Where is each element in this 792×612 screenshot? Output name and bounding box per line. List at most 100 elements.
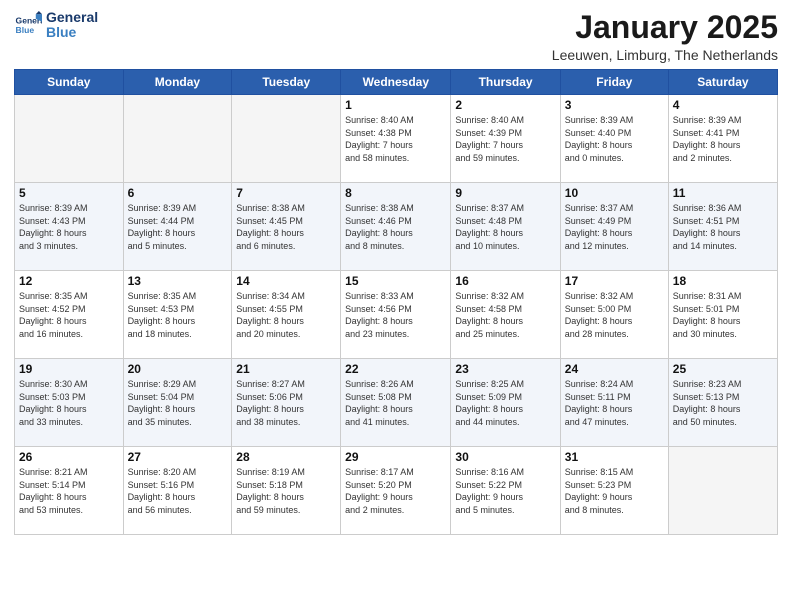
day-number: 8 (345, 186, 446, 200)
calendar-cell: 11Sunrise: 8:36 AM Sunset: 4:51 PM Dayli… (668, 183, 777, 271)
day-info: Sunrise: 8:39 AM Sunset: 4:43 PM Dayligh… (19, 202, 119, 252)
day-number: 5 (19, 186, 119, 200)
day-header-thursday: Thursday (451, 70, 560, 95)
day-header-saturday: Saturday (668, 70, 777, 95)
day-info: Sunrise: 8:39 AM Sunset: 4:44 PM Dayligh… (128, 202, 228, 252)
day-info: Sunrise: 8:39 AM Sunset: 4:41 PM Dayligh… (673, 114, 773, 164)
day-number: 2 (455, 98, 555, 112)
day-number: 12 (19, 274, 119, 288)
day-number: 29 (345, 450, 446, 464)
day-info: Sunrise: 8:32 AM Sunset: 4:58 PM Dayligh… (455, 290, 555, 340)
day-number: 6 (128, 186, 228, 200)
day-info: Sunrise: 8:32 AM Sunset: 5:00 PM Dayligh… (565, 290, 664, 340)
day-info: Sunrise: 8:39 AM Sunset: 4:40 PM Dayligh… (565, 114, 664, 164)
day-number: 17 (565, 274, 664, 288)
calendar-cell: 18 Sunrise: 8:31 AM Sunset: 5:01 PM Dayli… (668, 271, 777, 359)
day-info: Sunrise: 8:15 AM Sunset: 5:23 PM Dayligh… (565, 466, 664, 516)
calendar-cell (232, 95, 341, 183)
day-info: Sunrise: 8:30 AM Sunset: 5:03 PM Dayligh… (19, 378, 119, 428)
calendar-cell: 29 Sunrise: 8:17 AM Sunset: 5:20 PM Dayli… (341, 447, 451, 535)
day-number: 15 (345, 274, 446, 288)
day-number: 4 (673, 98, 773, 112)
day-number: 21 (236, 362, 336, 376)
day-number: 18 (673, 274, 773, 288)
day-info: Sunrise: 8:35 AM Sunset: 4:53 PM Dayligh… (128, 290, 228, 340)
day-number: 11 (673, 186, 773, 200)
day-info: Sunrise: 8:35 AM Sunset: 4:52 PM Dayligh… (19, 290, 119, 340)
month-title: January 2025 (552, 10, 778, 45)
calendar-cell: 24 Sunrise: 8:24 AM Sunset: 5:11 PM Dayli… (560, 359, 668, 447)
day-info: Sunrise: 8:34 AM Sunset: 4:55 PM Dayligh… (236, 290, 336, 340)
day-header-wednesday: Wednesday (341, 70, 451, 95)
day-info: Sunrise: 8:24 AM Sunset: 5:11 PM Dayligh… (565, 378, 664, 428)
day-number: 9 (455, 186, 555, 200)
calendar-cell: 25 Sunrise: 8:23 AM Sunset: 5:13 PM Dayli… (668, 359, 777, 447)
calendar-cell: 6 Sunrise: 8:39 AM Sunset: 4:44 PM Daylig… (123, 183, 232, 271)
day-header-monday: Monday (123, 70, 232, 95)
calendar-week-row: 1 Sunrise: 8:40 AM Sunset: 4:38 PM Daylig… (15, 95, 778, 183)
day-number: 7 (236, 186, 336, 200)
day-number: 31 (565, 450, 664, 464)
day-info: Sunrise: 8:31 AM Sunset: 5:01 PM Dayligh… (673, 290, 773, 340)
calendar-cell: 4 Sunrise: 8:39 AM Sunset: 4:41 PM Daylig… (668, 95, 777, 183)
day-number: 14 (236, 274, 336, 288)
day-number: 19 (19, 362, 119, 376)
calendar-cell: 8 Sunrise: 8:38 AM Sunset: 4:46 PM Daylig… (341, 183, 451, 271)
calendar-body: 1 Sunrise: 8:40 AM Sunset: 4:38 PM Daylig… (15, 95, 778, 535)
calendar-cell: 10Sunrise: 8:37 AM Sunset: 4:49 PM Dayli… (560, 183, 668, 271)
day-info: Sunrise: 8:29 AM Sunset: 5:04 PM Dayligh… (128, 378, 228, 428)
calendar-cell: 19 Sunrise: 8:30 AM Sunset: 5:03 PM Dayli… (15, 359, 124, 447)
calendar-cell: 23Sunrise: 8:25 AM Sunset: 5:09 PM Dayli… (451, 359, 560, 447)
day-info: Sunrise: 8:20 AM Sunset: 5:16 PM Dayligh… (128, 466, 228, 516)
day-number: 10 (565, 186, 664, 200)
calendar-table: SundayMondayTuesdayWednesdayThursdayFrid… (14, 69, 778, 535)
calendar-cell: 27 Sunrise: 8:20 AM Sunset: 5:16 PM Dayli… (123, 447, 232, 535)
day-number: 3 (565, 98, 664, 112)
calendar-week-row: 5 Sunrise: 8:39 AM Sunset: 4:43 PM Daylig… (15, 183, 778, 271)
day-number: 22 (345, 362, 446, 376)
calendar-cell: 30 Sunrise: 8:16 AM Sunset: 5:22 PM Dayli… (451, 447, 560, 535)
day-number: 27 (128, 450, 228, 464)
day-info: Sunrise: 8:17 AM Sunset: 5:20 PM Dayligh… (345, 466, 446, 516)
calendar-cell: 2Sunrise: 8:40 AM Sunset: 4:39 PM Daylig… (451, 95, 560, 183)
calendar-cell: 12 Sunrise: 8:35 AM Sunset: 4:52 PM Dayli… (15, 271, 124, 359)
day-number: 24 (565, 362, 664, 376)
logo-blue: Blue (46, 25, 98, 40)
day-number: 25 (673, 362, 773, 376)
day-info: Sunrise: 8:38 AM Sunset: 4:45 PM Dayligh… (236, 202, 336, 252)
day-header-friday: Friday (560, 70, 668, 95)
day-number: 30 (455, 450, 555, 464)
calendar-cell: 17 Sunrise: 8:32 AM Sunset: 5:00 PM Dayli… (560, 271, 668, 359)
calendar-cell: 21Sunrise: 8:27 AM Sunset: 5:06 PM Dayli… (232, 359, 341, 447)
day-number: 26 (19, 450, 119, 464)
calendar-cell: 5 Sunrise: 8:39 AM Sunset: 4:43 PM Daylig… (15, 183, 124, 271)
day-number: 28 (236, 450, 336, 464)
calendar-cell: 1 Sunrise: 8:40 AM Sunset: 4:38 PM Daylig… (341, 95, 451, 183)
day-number: 1 (345, 98, 446, 112)
day-info: Sunrise: 8:37 AM Sunset: 4:48 PM Dayligh… (455, 202, 555, 252)
location: Leeuwen, Limburg, The Netherlands (552, 47, 778, 63)
day-number: 23 (455, 362, 555, 376)
day-info: Sunrise: 8:38 AM Sunset: 4:46 PM Dayligh… (345, 202, 446, 252)
page: General Blue General Blue January 2025 L… (0, 0, 792, 545)
day-info: Sunrise: 8:21 AM Sunset: 5:14 PM Dayligh… (19, 466, 119, 516)
calendar-week-row: 26 Sunrise: 8:21 AM Sunset: 5:14 PM Dayli… (15, 447, 778, 535)
calendar-cell (15, 95, 124, 183)
days-header-row: SundayMondayTuesdayWednesdayThursdayFrid… (15, 70, 778, 95)
calendar-week-row: 19 Sunrise: 8:30 AM Sunset: 5:03 PM Dayli… (15, 359, 778, 447)
day-info: Sunrise: 8:40 AM Sunset: 4:38 PM Dayligh… (345, 114, 446, 164)
calendar-cell: 31 Sunrise: 8:15 AM Sunset: 5:23 PM Dayli… (560, 447, 668, 535)
calendar-cell: 15Sunrise: 8:33 AM Sunset: 4:56 PM Dayli… (341, 271, 451, 359)
day-info: Sunrise: 8:23 AM Sunset: 5:13 PM Dayligh… (673, 378, 773, 428)
calendar-cell: 20Sunrise: 8:29 AM Sunset: 5:04 PM Dayli… (123, 359, 232, 447)
logo: General Blue General Blue (14, 10, 98, 41)
day-header-tuesday: Tuesday (232, 70, 341, 95)
calendar-cell (123, 95, 232, 183)
day-info: Sunrise: 8:16 AM Sunset: 5:22 PM Dayligh… (455, 466, 555, 516)
header: General Blue General Blue January 2025 L… (14, 10, 778, 63)
day-header-sunday: Sunday (15, 70, 124, 95)
logo-general: General (46, 10, 98, 25)
day-number: 13 (128, 274, 228, 288)
logo-icon: General Blue (14, 11, 42, 39)
calendar-cell: 7 Sunrise: 8:38 AM Sunset: 4:45 PM Daylig… (232, 183, 341, 271)
